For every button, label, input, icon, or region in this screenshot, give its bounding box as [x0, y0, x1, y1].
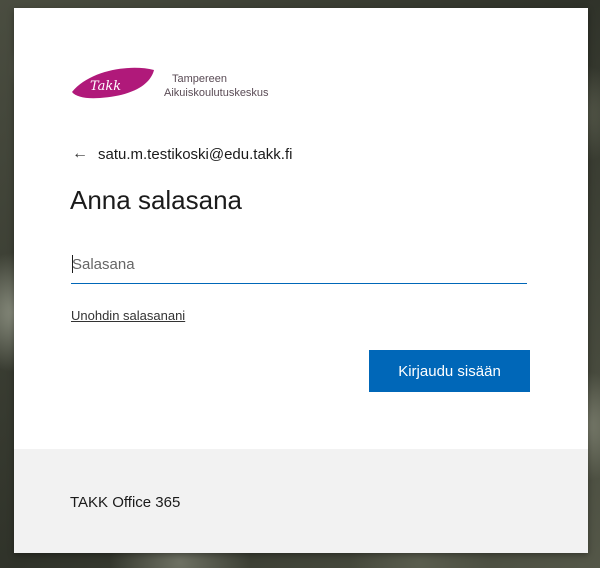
logo-line1: Tampereen	[172, 73, 228, 85]
password-field-wrapper	[71, 245, 528, 284]
password-input[interactable]	[71, 245, 528, 283]
logo-text: Tampereen Aikuiskoulutuskeskus	[164, 72, 269, 100]
account-email: satu.m.testikoski@edu.takk.fi	[98, 145, 293, 163]
sign-in-button[interactable]: Kirjaudu sisään	[369, 350, 530, 392]
sign-in-card: Takk Tampereen Aikuiskoulutuskeskus ← sa…	[14, 8, 588, 553]
takk-logo: Takk Tampereen Aikuiskoulutuskeskus	[70, 66, 290, 120]
forgot-password-link[interactable]: Unohdin salasanani	[71, 308, 185, 323]
logo-line2: Aikuiskoulutuskeskus	[164, 87, 269, 99]
page-title: Anna salasana	[70, 185, 243, 215]
svg-text:Takk: Takk	[90, 79, 121, 94]
takk-logo-mark: Takk	[72, 67, 154, 99]
footer-text: TAKK Office 365	[70, 494, 181, 511]
identity-row: ← satu.m.testikoski@edu.takk.fi	[72, 142, 292, 166]
arrow-left-icon[interactable]: ←	[72, 144, 88, 164]
text-caret	[72, 255, 73, 273]
footer: TAKK Office 365	[14, 449, 588, 553]
